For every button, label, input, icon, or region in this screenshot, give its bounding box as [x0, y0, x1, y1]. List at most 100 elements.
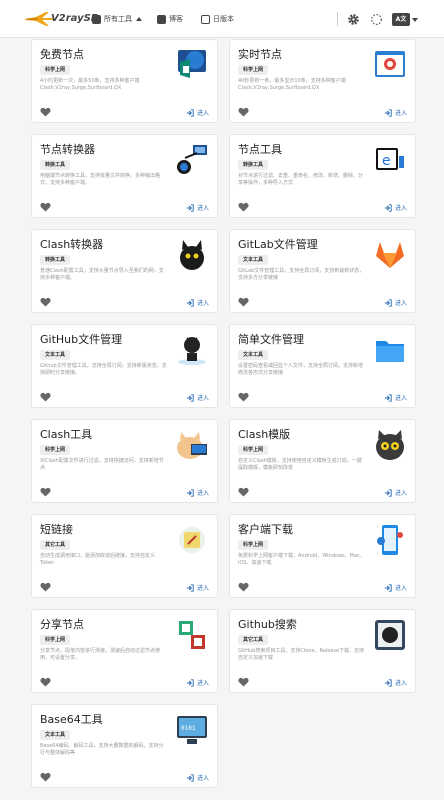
toolbox-icon [92, 14, 101, 24]
tool-category-badge: 文本工具 [238, 255, 269, 265]
sign-in-icon [384, 678, 392, 687]
tool-card[interactable]: 免费节点 科学上网 4小时更新一次，最多50条，支持多种客户端Clash,V2r… [31, 39, 218, 123]
enter-link[interactable]: 进入 [384, 393, 407, 402]
sign-in-icon [384, 488, 392, 497]
tool-card-title: 短链接 [40, 523, 73, 536]
enter-label: 进入 [196, 205, 209, 212]
favorite-heart-icon[interactable] [40, 202, 51, 212]
enter-label: 进入 [196, 110, 209, 117]
favorite-heart-icon[interactable] [238, 107, 249, 117]
tool-card-description: 分享节点，段落内容进行测速，测速后自动过滤节点使用，可设置分享。 [40, 648, 161, 661]
tool-card[interactable]: Clash工具 科学上网 对Clash配置文件进行过滤，支持快捷访问，支持新增节… [31, 419, 218, 503]
favorite-heart-icon[interactable] [40, 107, 51, 117]
tool-category-badge: 文本工具 [40, 350, 71, 360]
language-switch[interactable]: A文 [392, 13, 410, 26]
tool-illustration-icon [178, 337, 206, 365]
tool-card[interactable]: 节点转换器 转换工具 电脑端节点转换工具，支持批量文件转换、多种输出格式、支持多… [31, 134, 218, 218]
tool-card-title: 节点转换器 [40, 143, 95, 156]
tool-card-title: 实时节点 [238, 48, 282, 61]
tool-category-badge: 科学上网 [238, 540, 269, 550]
sign-in-icon [186, 203, 194, 212]
sign-in-icon [186, 108, 194, 117]
enter-link[interactable]: 进入 [186, 393, 209, 402]
enter-label: 进入 [394, 680, 407, 687]
enter-link[interactable]: 进入 [384, 488, 407, 497]
enter-link[interactable]: 进入 [186, 108, 209, 117]
tool-card-description: 电脑端节点转换工具，支持批量文件转换、多种输出格式、支持多种客户端。 [40, 173, 161, 186]
enter-link[interactable]: 进入 [186, 298, 209, 307]
tool-card[interactable]: 节点工具 转换工具 对节点进行过滤、去重、重命名、修改、新增、删除、分享等操作，… [229, 134, 416, 218]
enter-link[interactable]: 进入 [186, 678, 209, 687]
enter-label: 进入 [394, 585, 407, 592]
tool-card[interactable]: Base64工具 文本工具 Base64编码、解码工具，支持大量数据的解码，支持… [31, 704, 218, 788]
favorite-heart-icon[interactable] [238, 487, 249, 497]
tool-card-description: Github文件管理工具，支持全局订阅，支持新版状态，支持即时分享链接。 [40, 363, 167, 376]
tool-card-description: 免费科学上网客户端下载，Android、Windows、Mac、iOS、加速下载 [238, 553, 365, 566]
enter-link[interactable]: 进入 [186, 203, 209, 212]
tool-illustration-icon [178, 50, 206, 78]
tool-illustration-icon: e [376, 148, 404, 170]
logo-text: V2raySE [51, 13, 98, 24]
tool-card[interactable]: GitHub文件管理 文本工具 Github文件管理工具，支持全局订阅，支持新版… [31, 324, 218, 408]
tool-card-title: Clash模版 [238, 428, 291, 441]
enter-link[interactable]: 进入 [186, 488, 209, 497]
tool-illustration-icon [376, 341, 404, 362]
enter-label: 进入 [196, 300, 209, 307]
nav-divider [337, 12, 338, 26]
tool-card[interactable]: 简单文件管理 文本工具 设置密码查看或回显个人文件，支持全局订阅，支持新增修改各… [229, 324, 416, 408]
enter-link[interactable]: 进入 [186, 773, 209, 782]
nav-blog[interactable]: 博客 [157, 12, 183, 26]
favorite-heart-icon[interactable] [238, 392, 249, 402]
nav-changelog[interactable]: 日版本 [201, 12, 234, 26]
tool-card[interactable]: GitLab文件管理 文本工具 GitLab文件管理工具，支持全局订阅，支持到最… [229, 229, 416, 313]
tool-card[interactable]: Clash模版 科学上网 自定义Clash模板，支持使用自定义模板生成订阅，一键… [229, 419, 416, 503]
tool-category-badge: 文本工具 [40, 730, 71, 740]
enter-label: 进入 [394, 110, 407, 117]
enter-label: 进入 [394, 205, 407, 212]
favorite-heart-icon[interactable] [40, 487, 51, 497]
enter-label: 进入 [196, 680, 209, 687]
favorite-heart-icon[interactable] [238, 202, 249, 212]
calendar-icon [201, 14, 210, 24]
tool-card[interactable]: 实时节点 科学上网 40秒更新一条，最多显示10条，支持多种客户端Clash,V… [229, 39, 416, 123]
enter-link[interactable]: 进入 [384, 583, 407, 592]
tool-card-title: 分享节点 [40, 618, 84, 631]
plane-logo-icon [25, 12, 53, 26]
tool-card[interactable]: Clash转换器 转换工具 普通Clash配置工具，支持大量节点导入至我们的网，… [31, 229, 218, 313]
sign-in-icon [186, 393, 194, 402]
favorite-heart-icon[interactable] [40, 582, 51, 592]
top-navbar: V2raySE 所有工具 博客 日版本 A文 [0, 0, 444, 38]
tool-card[interactable]: 短链接 其它工具 自动生成调用接口，能添加收敛后链接，支持自定义Token 进入 [31, 514, 218, 598]
enter-link[interactable]: 进入 [384, 203, 407, 212]
sign-in-icon [186, 298, 194, 307]
tool-card[interactable]: 客户端下载 科学上网 免费科学上网客户端下载，Android、Windows、M… [229, 514, 416, 598]
tool-category-badge: 科学上网 [40, 635, 71, 645]
tool-card[interactable]: 分享节点 科学上网 分享节点，段落内容进行测速，测速后自动过滤节点使用，可设置分… [31, 609, 218, 693]
enter-label: 进入 [196, 585, 209, 592]
tool-category-badge: 转换工具 [40, 160, 71, 170]
sign-in-icon [186, 773, 194, 782]
favorite-heart-icon[interactable] [238, 297, 249, 307]
tool-category-badge: 科学上网 [238, 445, 269, 455]
tool-card-title: Github搜索 [238, 618, 297, 631]
favorite-heart-icon[interactable] [40, 392, 51, 402]
gear-icon[interactable] [347, 13, 360, 26]
enter-link[interactable]: 进入 [384, 108, 407, 117]
loading-spinner-icon [370, 13, 383, 26]
sign-in-icon [186, 583, 194, 592]
svg-text:0101: 0101 [181, 725, 196, 732]
tool-illustration-icon [375, 620, 405, 650]
enter-link[interactable]: 进入 [384, 678, 407, 687]
favorite-heart-icon[interactable] [238, 582, 249, 592]
enter-link[interactable]: 进入 [384, 298, 407, 307]
favorite-heart-icon[interactable] [40, 297, 51, 307]
enter-label: 进入 [394, 490, 407, 497]
tool-category-badge: 科学上网 [40, 65, 71, 75]
site-logo[interactable]: V2raySE [24, 8, 98, 30]
favorite-heart-icon[interactable] [40, 772, 51, 782]
nav-all-tools[interactable]: 所有工具 [92, 12, 142, 26]
tool-card[interactable]: Github搜索 其它工具 GitHub搜索项目工具，支持Clone、Relea… [229, 609, 416, 693]
favorite-heart-icon[interactable] [238, 677, 249, 687]
enter-link[interactable]: 进入 [186, 583, 209, 592]
favorite-heart-icon[interactable] [40, 677, 51, 687]
